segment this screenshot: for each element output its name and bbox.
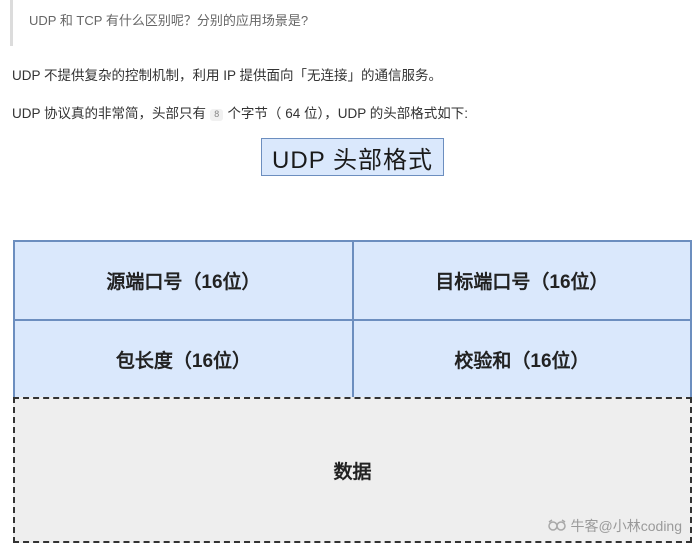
- quote-text: UDP 和 TCP 有什么区别呢？分别的应用场景是?: [29, 13, 309, 28]
- inline-code: 8: [210, 109, 224, 121]
- paragraph-text-after: 个字节（ 64 位），UDP 的头部格式如下:: [227, 106, 468, 121]
- diagram-title: UDP 头部格式: [261, 138, 444, 176]
- checksum-label: 校验和（16位）: [454, 350, 590, 372]
- dest-port-field: 目标端口号（16位）: [352, 240, 692, 321]
- question-quote: UDP 和 TCP 有什么区别呢？分别的应用场景是?: [10, 0, 696, 46]
- nowcoder-logo-icon: [547, 519, 567, 533]
- checksum-field: 校验和（16位）: [352, 319, 692, 399]
- paragraph-udp-intro: UDP 不提供复杂的控制机制，利用 IP 提供面向「无连接」的通信服务。: [12, 64, 442, 84]
- length-label: 包长度（16位）: [115, 350, 252, 372]
- source-port-label: 源端口号（16位）: [106, 272, 261, 293]
- diagram-title-text: UDP 头部格式: [272, 146, 433, 174]
- data-label: 数据: [333, 461, 372, 483]
- watermark: 牛客@小林coding: [547, 516, 682, 536]
- paragraph-text: UDP 不提供复杂的控制机制，利用 IP 提供面向「无连接」的通信服务。: [12, 68, 443, 83]
- length-field: 包长度（16位）: [13, 319, 354, 399]
- paragraph-udp-header-size: UDP 协议真的非常简，头部只有 8 个字节（ 64 位），UDP 的头部格式如下:: [12, 102, 468, 122]
- watermark-text: 牛客@小林coding: [570, 518, 682, 534]
- paragraph-text-before: UDP 协议真的非常简，头部只有: [12, 106, 207, 121]
- source-port-field: 源端口号（16位）: [13, 240, 354, 321]
- dest-port-label: 目标端口号（16位）: [435, 272, 609, 293]
